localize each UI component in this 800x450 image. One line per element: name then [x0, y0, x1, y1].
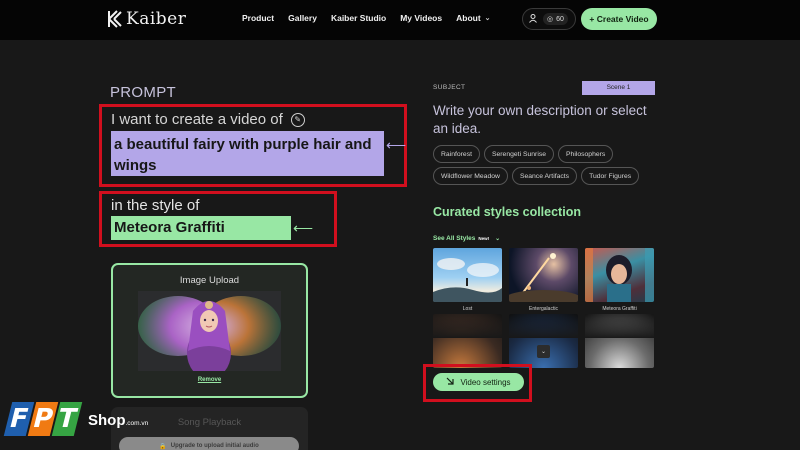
fpt-shop-text: Shop — [88, 412, 126, 429]
nav-link-my-videos[interactable]: My Videos — [400, 13, 442, 23]
top-navigation-bar: Kaiber Product Gallery Kaiber Studio My … — [0, 0, 800, 40]
nav-link-about-label: About — [456, 13, 481, 23]
prompt-intro-line: I want to create a video of ✎ — [111, 111, 305, 128]
video-settings-button[interactable]: Video settings — [433, 373, 524, 391]
brand-logo[interactable]: Kaiber — [108, 9, 186, 29]
idea-chip-rainforest[interactable]: Rainforest — [433, 145, 480, 163]
idea-chip-tudor-figures[interactable]: Tudor Figures — [581, 167, 640, 185]
subject-input[interactable]: a beautiful fairy with purple hair and w… — [114, 134, 382, 176]
arrow-down-right-icon — [446, 377, 455, 387]
style-intro-text: in the style of — [111, 197, 200, 214]
chevron-down-icon[interactable]: ⌄ — [537, 345, 550, 358]
video-settings-label: Video settings — [460, 377, 511, 387]
prompt-heading: PROMPT — [110, 84, 176, 101]
upgrade-audio-button[interactable]: 🔒 Upgrade to upload initial audio — [119, 437, 299, 450]
nav-link-gallery[interactable]: Gallery — [288, 13, 317, 23]
nav-link-kaiber-studio[interactable]: Kaiber Studio — [331, 13, 386, 23]
idea-chips: Rainforest Serengeti Sunrise Philosopher… — [433, 145, 665, 185]
chevron-down-icon: ⌄ — [495, 236, 501, 242]
style-thumbnail-label: Lost — [462, 306, 473, 312]
idea-chip-philosophers[interactable]: Philosophers — [558, 145, 614, 163]
new-badge: New! — [478, 236, 490, 241]
fpt-shop-logo: F P T — [3, 402, 83, 436]
scene-badge[interactable]: Scene 1 — [582, 81, 655, 95]
create-video-button[interactable]: + Create Video — [581, 8, 657, 30]
credits-count: 60 — [556, 15, 564, 23]
kaiber-logo-icon — [108, 10, 122, 28]
main-nav: Product Gallery Kaiber Studio My Videos … — [242, 13, 491, 23]
user-account-pill[interactable]: ◎ 60 — [522, 8, 576, 30]
remove-image-link[interactable]: Remove — [113, 377, 306, 383]
style-thumbnail-meteora-graffiti[interactable]: Meteora Graffiti — [585, 248, 654, 312]
style-thumbnail-label: Entergalactic — [529, 306, 558, 312]
magic-wand-icon[interactable]: ✎ — [290, 112, 305, 127]
uploaded-fairy-image — [138, 291, 281, 371]
fpt-shop-wordmark: Shop.com.vn — [88, 412, 148, 429]
image-upload-title: Image Upload — [179, 275, 240, 286]
prompt-intro-text: I want to create a video of — [111, 111, 283, 128]
style-image-meteora-graffiti — [585, 248, 654, 302]
arrow-left-icon: ⟵ — [293, 220, 314, 236]
style-thumbnail-label: Meteora Graffiti — [602, 306, 637, 312]
subject-instruction: Write your own description or select an … — [433, 103, 647, 136]
idea-chip-serengeti-sunrise[interactable]: Serengeti Sunrise — [483, 145, 555, 163]
upgrade-audio-label: Upgrade to upload initial audio — [170, 443, 259, 449]
chevron-down-icon: ⌄ — [484, 15, 491, 22]
brand-name: Kaiber — [126, 9, 187, 29]
idea-chip-wildflower-meadow[interactable]: Wildflower Meadow — [433, 167, 508, 185]
subject-section-label: SUBJECT — [433, 84, 466, 91]
style-image-entergalactic — [509, 248, 578, 302]
see-all-styles-label: See All Styles — [433, 235, 476, 242]
style-thumbnail-entergalactic[interactable]: Entergalactic — [509, 248, 578, 312]
style-input[interactable]: Meteora Graffiti — [114, 219, 225, 236]
coins-icon: ◎ — [547, 16, 554, 23]
lock-icon: 🔒 — [159, 443, 167, 450]
grid-fade-overlay — [433, 318, 655, 338]
idea-chip-seance-artifacts[interactable]: Seance Artifacts — [511, 167, 578, 185]
style-thumbnail-lost[interactable]: Lost — [433, 248, 502, 312]
image-upload-card[interactable]: Image Upload Remove — [111, 263, 308, 398]
credits-badge: ◎ 60 — [543, 13, 568, 25]
see-all-styles-dropdown[interactable]: See All Styles New! ⌄ — [433, 235, 500, 242]
curated-styles-heading: Curated styles collection — [433, 205, 581, 219]
arrow-left-icon: ⟵ — [386, 137, 407, 153]
nav-link-about[interactable]: About ⌄ — [456, 13, 490, 23]
user-icon — [529, 13, 537, 25]
fpt-shop-domain: .com.vn — [125, 420, 149, 427]
nav-link-product[interactable]: Product — [242, 13, 274, 23]
style-image-lost — [433, 248, 502, 302]
